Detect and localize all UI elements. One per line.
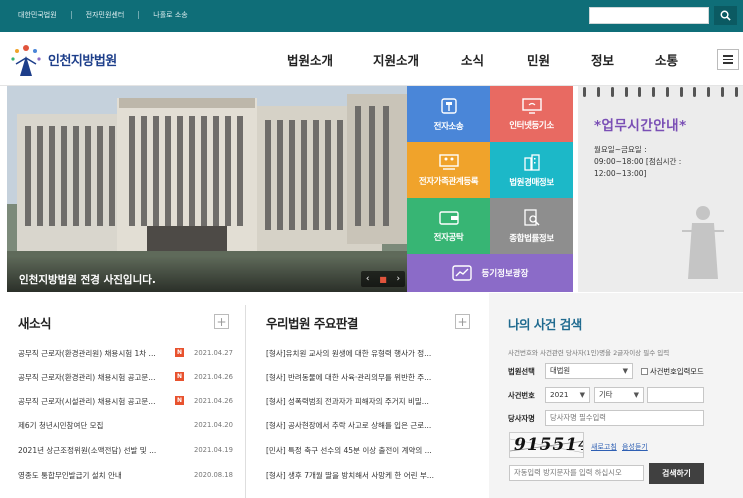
- news-item[interactable]: 공무직 근로자(시설관리) 채용시험 공고문...: [18, 394, 155, 408]
- wallet-icon: [438, 210, 459, 225]
- case-search-desc: 사건번호와 사건관련 당사자(1인)명을 2글자이상 필수 입력: [508, 349, 670, 357]
- chevron-down-icon: ▼: [633, 391, 639, 399]
- ruling-item[interactable]: [형사] 성폭력범죄 전과자가 피해자의 주거지 비밀...: [266, 394, 429, 408]
- nav-court-intro[interactable]: 법원소개: [287, 50, 333, 69]
- ruling-item[interactable]: [형사]유치원 교사의 원생에 대한 유형력 행사가 정...: [266, 346, 431, 360]
- chevron-down-icon: ▼: [579, 391, 585, 399]
- ruling-item[interactable]: [형사] 공사현장에서 추락 사고로 상해를 입은 근로...: [266, 418, 431, 432]
- news-date: 2021.04.26: [194, 373, 233, 381]
- news-date: 2021.04.27: [194, 349, 233, 357]
- search-icon: [720, 10, 731, 21]
- rulings-more-button[interactable]: +: [455, 314, 470, 329]
- hamburger-icon: [723, 55, 733, 57]
- court-logo-icon[interactable]: [6, 40, 46, 80]
- news-date: 2021.04.20: [194, 421, 233, 429]
- party-name-input[interactable]: 당사자명 필수입력: [545, 410, 704, 426]
- top-bar: 대한민국법원 전자민원센터 나홀로 소송: [0, 0, 743, 32]
- new-badge: N: [175, 348, 184, 357]
- nav-branch-intro[interactable]: 지원소개: [373, 50, 419, 69]
- chevron-down-icon: ▼: [622, 367, 628, 375]
- business-hours-title: *업무시간안내*: [594, 118, 687, 134]
- top-links: 대한민국법원 전자민원센터 나홀로 소송: [18, 10, 188, 20]
- site-logo-text[interactable]: 인천지방법원: [48, 50, 117, 69]
- ruling-item[interactable]: [형사] 생후 7개월 딸을 방치해서 사망케 한 어린 부...: [266, 468, 434, 482]
- tile-registry-data-plaza[interactable]: 등기정보광장: [407, 254, 573, 292]
- justice-statue-icon: [682, 206, 724, 279]
- nav-communication[interactable]: 소통: [655, 50, 678, 69]
- captcha-text: 915514: [514, 435, 584, 455]
- case-search-title: 나의 사건 검색: [508, 317, 582, 332]
- tile-e-deposit[interactable]: 전자공탁: [407, 198, 490, 254]
- chart-icon: [451, 265, 472, 281]
- tile-internet-registry[interactable]: 인터넷등기소: [490, 86, 573, 142]
- family-icon: [438, 153, 459, 170]
- buildings-icon: [523, 153, 540, 171]
- pause-icon[interactable]: ■: [379, 275, 387, 284]
- top-link-scourt[interactable]: 대한민국법원: [18, 10, 57, 20]
- notepad-spiral: [578, 86, 743, 98]
- news-item[interactable]: 제6기 청년시민참여단 모집: [18, 418, 103, 432]
- rulings-title: 우리법원 주요판결: [266, 316, 358, 331]
- casenum-mode-checkbox[interactable]: [641, 368, 648, 375]
- case-year-select[interactable]: 2021 ▼: [545, 387, 590, 403]
- ruling-item[interactable]: [민사] 특정 축구 선수의 45분 이상 출전이 계약의 ...: [266, 443, 432, 457]
- divider: [138, 11, 140, 19]
- business-hours-text: 월요일~금요일 : 09:00~18:00 [점심시간 : 12:00~13:0…: [594, 145, 682, 178]
- hero-caption: 인천지방법원 전경 사진입니다.: [19, 274, 156, 286]
- hero-slider: 인천지방법원 전경 사진입니다. ‹ ■ ›: [7, 86, 407, 292]
- captcha-image: 915514: [509, 432, 584, 458]
- captcha-audio-link[interactable]: 음성듣기: [622, 442, 648, 452]
- header: 인천지방법원 법원소개 지원소개 소식 민원 정보 소통: [0, 32, 743, 86]
- captcha-refresh-link[interactable]: 새로고침: [591, 442, 617, 452]
- news-date: 2021.04.19: [194, 446, 233, 454]
- tile-auction-info[interactable]: 법원경매정보: [490, 142, 573, 198]
- slider-controls[interactable]: ‹ ■ ›: [361, 271, 405, 287]
- new-badge: N: [175, 372, 184, 381]
- captcha-input[interactable]: 자동입력 방지문자를 입력 하십시오: [509, 465, 644, 481]
- site-search-input[interactable]: [589, 7, 709, 24]
- news-date: 2021.04.26: [194, 397, 233, 405]
- business-hours-board: *업무시간안내* 월요일~금요일 : 09:00~18:00 [점심시간 : 1…: [578, 86, 743, 292]
- tile-legal-info[interactable]: 종합법률정보: [490, 198, 573, 254]
- new-badge: N: [175, 396, 184, 405]
- news-item[interactable]: 영종도 통합무인발급기 설치 안내: [18, 468, 122, 482]
- nav-civil[interactable]: 민원: [527, 50, 550, 69]
- news-title: 새소식: [18, 316, 52, 331]
- case-number-input[interactable]: [647, 387, 704, 403]
- top-link-selfsuit[interactable]: 나홀로 소송: [153, 10, 187, 20]
- case-number-label: 사건번호: [508, 391, 535, 400]
- monitor-wifi-icon: [521, 97, 542, 114]
- search-doc-icon: [523, 208, 540, 226]
- gavel-icon: [440, 97, 457, 114]
- news-date: 2020.08.18: [194, 471, 233, 479]
- case-type-select[interactable]: 기타 ▼: [594, 387, 644, 403]
- party-name-label: 당사자명: [508, 414, 535, 423]
- news-item[interactable]: 공무직 근로자(환경관리) 채용시험 공고문...: [18, 370, 155, 384]
- case-search-button[interactable]: 검색하기: [649, 463, 704, 484]
- nav-news[interactable]: 소식: [461, 50, 484, 69]
- news-more-button[interactable]: +: [214, 314, 229, 329]
- menu-button[interactable]: [717, 49, 739, 70]
- tile-e-litigation[interactable]: 전자소송: [407, 86, 490, 142]
- nav-info[interactable]: 정보: [591, 50, 614, 69]
- divider: [70, 11, 72, 19]
- site-search-button[interactable]: [714, 6, 737, 25]
- casenum-mode-label: 사건번호입력모드: [650, 367, 704, 376]
- court-select[interactable]: 대법원 ▼: [545, 363, 633, 379]
- news-item[interactable]: 2021년 상근조정위원(소액전담) 선발 및 ...: [18, 443, 156, 457]
- news-item[interactable]: 공무직 근로자(환경관리원) 채용시험 1차 ...: [18, 346, 156, 360]
- court-select-label: 법원선택: [508, 367, 535, 376]
- prev-arrow-icon[interactable]: ‹: [366, 274, 370, 284]
- tile-family-registration[interactable]: 전자가족관계등록: [407, 142, 490, 198]
- top-link-ecivil[interactable]: 전자민원센터: [86, 10, 125, 20]
- next-arrow-icon[interactable]: ›: [397, 274, 401, 284]
- ruling-item[interactable]: [형사] 반려동물에 대한 사육·관리의무를 위반한 주...: [266, 370, 431, 384]
